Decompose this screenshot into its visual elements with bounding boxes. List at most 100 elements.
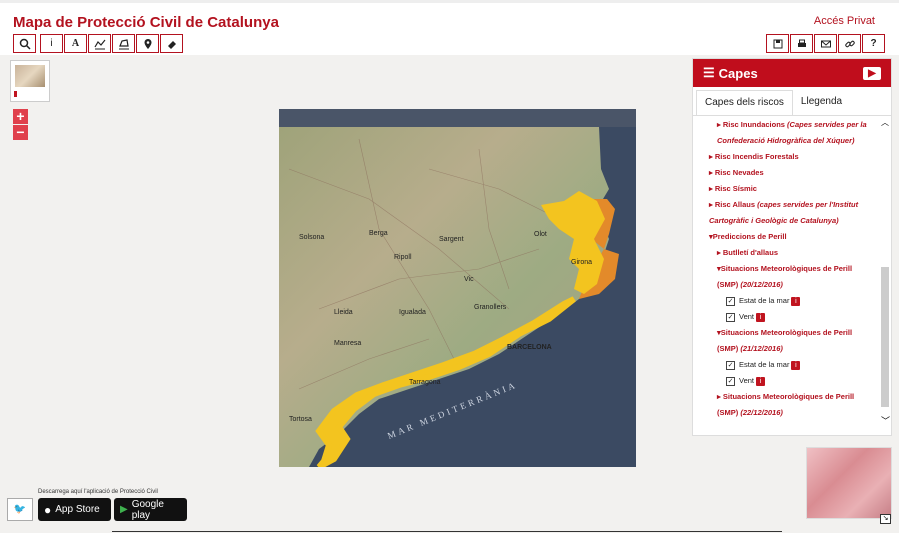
layer-danger-forecasts[interactable]: ▾Prediccions de Perill [693,229,881,245]
map-svg: MAR MEDITERRÀNIA Sargent Olot Berga Ripo… [279,109,636,467]
info-icon[interactable]: i [791,360,801,370]
tab-risk-layers[interactable]: Capes dels riscos [696,90,793,115]
profile-button[interactable] [88,34,111,53]
zoom-out-button[interactable]: − [13,125,28,140]
layers-icon: ☰ [703,65,715,80]
city-manresa: Manresa [334,340,361,347]
profile-icon [93,39,105,49]
search-button[interactable] [13,34,36,53]
layer-smp-22-date: (SMP) (22/12/2016) [717,408,783,417]
google-play-button[interactable]: ▶ Google play [114,498,187,521]
link-icon [844,40,855,47]
download-app-text: Descarrega aquí l'aplicació de Protecció… [38,489,158,495]
layer-smp-20[interactable]: ▾Situacions Meteorològiques de Perill [693,261,881,277]
layer-smp-21[interactable]: ▾Situacions Meteorològiques de Perill [693,325,881,341]
panel-scrollbar[interactable]: ︿ ﹀ [881,117,890,433]
check-sea-state-21[interactable]: ✓ Estat de la mar i [693,357,881,373]
panel-tabs: Capes dels riscos Llegenda [693,87,891,116]
layer-avalanche-source: Cartogràfic i Geològic de Catalunya) [709,216,839,225]
scroll-down-icon[interactable]: ﹀ [881,414,890,427]
twitter-icon: 🐦 [13,504,27,515]
zoom-in-button[interactable]: + [13,109,28,124]
info-button[interactable]: i [40,34,63,53]
city-barcelona: BARCELONA [507,344,552,351]
info-icon[interactable]: i [756,376,766,386]
layer-snow[interactable]: ▸ Risc Nevades [693,165,881,181]
link-button[interactable] [838,34,861,53]
help-button[interactable]: ? [862,34,885,53]
save-button[interactable] [766,34,789,53]
scroll-thumb[interactable] [881,267,889,407]
private-access-link[interactable]: Accés Privat [814,15,875,27]
overview-map[interactable] [806,447,892,519]
app-store-button[interactable]: ● App Store [38,498,111,521]
layer-smp-21-date: (SMP) (21/12/2016) [717,344,783,353]
checkbox-checked-icon[interactable]: ✓ [726,296,735,306]
layer-flood-risk-source: Confederació Hidrogràfica del Xúquer) [717,136,855,145]
layer-smp-22[interactable]: ▸ Situacions Meteorològiques de Perill [693,389,881,405]
map-image[interactable]: MAR MEDITERRÀNIA Sargent Olot Berga Ripo… [279,109,636,467]
layer-avalanche-bulletin[interactable]: ▸ Butlletí d'allaus [693,245,881,261]
basemap-marker [14,91,17,97]
checkbox-checked-icon[interactable]: ✓ [726,376,735,386]
layer-forest-fire[interactable]: ▸ Risc Incendis Forestals [693,149,881,165]
info-icon[interactable]: i [756,312,766,322]
apple-icon: ● [44,502,52,517]
map-top-band [279,109,636,127]
check-wind-20[interactable]: ✓ Vent i [693,309,881,325]
info-icon: i [50,38,53,49]
area-button[interactable] [112,34,135,53]
search-icon [19,38,31,50]
print-button[interactable] [790,34,813,53]
city-tortosa: Tortosa [289,416,312,423]
panel-title: Capes [718,65,758,81]
page-title: Mapa de Protecció Civil de Catalunya [13,14,279,31]
area-icon [118,38,129,49]
marker-icon [144,38,151,49]
layer-avalanche[interactable]: ▸ Risc Allaus (capes servides per l'Inst… [693,197,881,213]
help-icon: ? [870,38,877,49]
left-toolbar: i A [13,34,184,53]
eraser-icon [167,40,176,49]
layer-seismic[interactable]: ▸ Risc Sísmic [693,181,881,197]
city-solsona: Solsona [299,234,324,241]
basemap-thumbnail [15,65,45,87]
layer-flood-risk[interactable]: ▸ Risc Inundacions (Capes servides per l… [693,117,881,133]
mail-button[interactable] [814,34,837,53]
text-icon: A [71,38,80,49]
panel-header: ☰ Capes ▶ [693,59,891,87]
marker-button[interactable] [136,34,159,53]
eraser-button[interactable] [160,34,183,53]
checkbox-checked-icon[interactable]: ✓ [726,360,735,370]
layers-panel: ☰ Capes ▶ Capes dels riscos Llegenda ▸ R… [692,58,892,436]
collapse-panel-button[interactable]: ▶ [863,66,881,80]
city-vic: Vic [464,276,474,283]
tab-legend[interactable]: Llegenda [793,90,850,115]
info-icon[interactable]: i [791,296,801,306]
google-play-icon: ▶ [120,504,128,515]
mail-icon [820,40,831,47]
city-sargent: Sargent [439,236,464,243]
city-girona: Girona [571,259,592,266]
basemap-selector[interactable] [10,60,50,102]
footer-divider [112,531,782,532]
city-ripoll: Ripoll [394,254,412,261]
twitter-button[interactable]: 🐦 [7,498,33,521]
right-toolbar: ? [766,34,886,53]
layers-list: ▸ Risc Inundacions (Capes servides per l… [693,117,881,433]
city-lleida: Lleida [334,309,353,316]
check-sea-state-20[interactable]: ✓ Estat de la mar i [693,293,881,309]
print-icon [797,39,806,47]
city-berga: Berga [369,230,388,237]
city-olot: Olot [534,231,547,238]
city-granollers: Granollers [474,304,507,311]
checkbox-checked-icon[interactable]: ✓ [726,312,735,322]
layer-smp-20-date: (SMP) (20/12/2016) [717,280,783,289]
text-button[interactable]: A [64,34,87,53]
scroll-up-icon[interactable]: ︿ [881,117,889,128]
city-igualada: Igualada [399,309,426,316]
expand-overview-icon[interactable]: ↘ [880,514,891,524]
city-tarragona: Tarragona [409,379,441,386]
check-wind-21[interactable]: ✓ Vent i [693,373,881,389]
save-icon [773,39,782,48]
